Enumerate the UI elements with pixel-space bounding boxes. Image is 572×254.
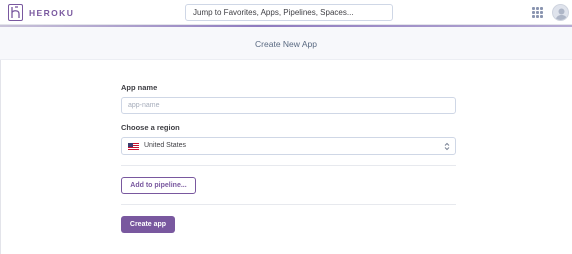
chevron-updown-icon [444,142,450,151]
heroku-logo[interactable]: HEROKU [8,4,74,21]
create-app-button[interactable]: Create app [121,216,175,233]
user-avatar-icon [555,8,568,20]
section-divider [121,165,456,166]
grid-apps-icon[interactable] [532,7,543,18]
left-border [0,60,1,254]
brand-name: HEROKU [29,7,75,18]
avatar[interactable] [552,4,569,21]
region-select[interactable]: United States [121,137,456,155]
app-name-label: App name [121,83,158,92]
search-input[interactable]: Jump to Favorites, Apps, Pipelines, Spac… [185,4,393,21]
heroku-logo-icon [8,4,23,21]
page-header: Create New App [0,27,572,60]
region-selected-value: United States [144,142,187,149]
app-name-placeholder: app-name [128,102,160,109]
region-label: Choose a region [121,123,180,132]
add-to-pipeline-button[interactable]: Add to pipeline... [121,177,196,194]
us-flag-icon [128,143,139,150]
section-divider [121,204,456,205]
app-name-input[interactable]: app-name [121,97,456,114]
page-title: Create New App [255,39,317,49]
top-navigation-bar: HEROKU Jump to Favorites, Apps, Pipeline… [0,0,572,25]
